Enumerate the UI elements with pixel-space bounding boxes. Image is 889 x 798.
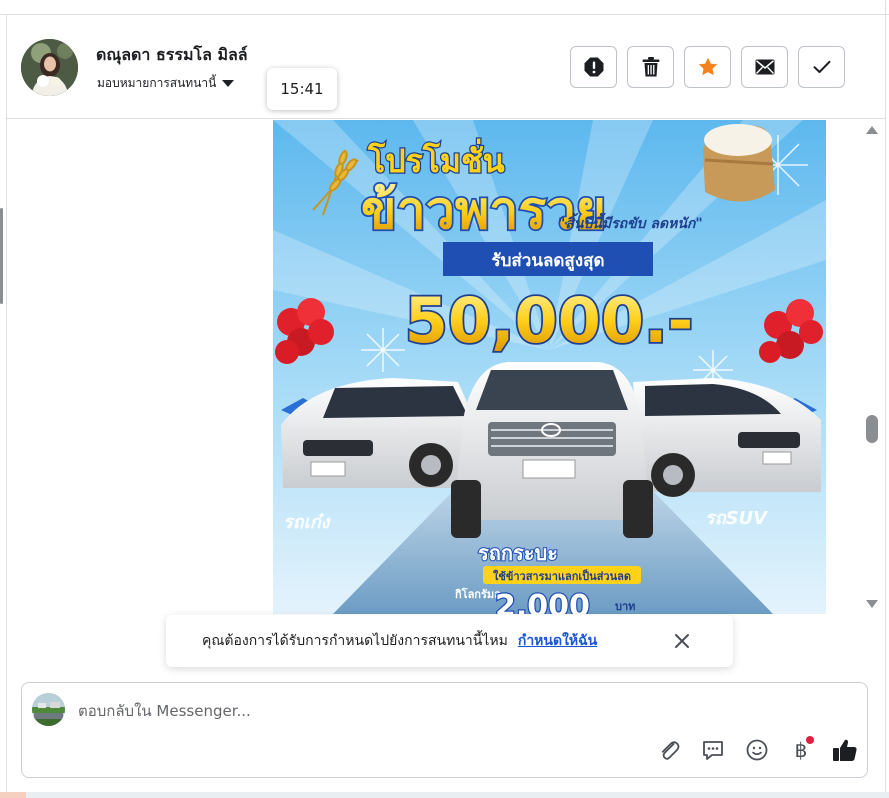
check-icon: [813, 60, 830, 73]
star-icon: [698, 57, 717, 76]
header-actions: [570, 46, 845, 88]
conversation-header: ดณุลดา ธรรมโล มิลล์ มอบหมายการสนทนานี้ 1…: [7, 15, 885, 119]
contact-avatar[interactable]: [21, 39, 78, 96]
emoji-button[interactable]: [744, 737, 770, 763]
promo-image-message[interactable]: โปรโมชั่น ข้าวพารวย "สิ้นปีนี้มีรถขับ ลด…: [273, 120, 826, 614]
left-resize-handle[interactable]: [0, 208, 3, 304]
banner-text: คุณต้องการได้รับการกำหนดไปยังการสนทนานี้…: [202, 633, 508, 649]
page-avatar: [32, 693, 65, 726]
reply-input[interactable]: [78, 699, 838, 723]
discount-label: รับส่วนลดสูงสุด: [491, 251, 604, 272]
chevron-down-icon: [222, 80, 235, 87]
scroll-up-arrow-icon[interactable]: [866, 126, 878, 134]
scroll-down-arrow-icon[interactable]: [866, 600, 878, 608]
saved-replies-button[interactable]: [700, 737, 726, 763]
attach-icon: [661, 741, 680, 760]
delete-button[interactable]: [627, 46, 674, 88]
inbox-frame: ดณุลดา ธรรมโล มิลล์ มอบหมายการสนทนานี้ 1…: [0, 0, 889, 798]
trash-icon: [642, 57, 659, 77]
payment-button[interactable]: ฿: [788, 736, 814, 763]
composer-tools: ฿: [656, 736, 858, 763]
like-icon: [833, 739, 857, 761]
car-label-right: รถSUV: [705, 508, 769, 529]
mail-icon: [755, 59, 774, 75]
thread-scrollbar[interactable]: [862, 120, 882, 610]
assign-conversation-dropdown[interactable]: มอบหมายการสนทนานี้: [97, 74, 235, 93]
discount-value: 50,000.-: [405, 284, 694, 357]
notification-dot: [806, 736, 814, 744]
assign-to-me-link[interactable]: กำหนดให้ฉัน: [518, 630, 597, 652]
mark-unread-button[interactable]: [741, 46, 788, 88]
rice-offer: ใช้ข้าวสารมาแลกเป็นส่วนลด: [493, 569, 631, 583]
per-kg-value: 2,000: [495, 589, 590, 614]
saved-reply-icon: [703, 741, 723, 760]
reply-composer: ฿: [21, 682, 868, 778]
car-label-center: รถกระบะ: [478, 541, 558, 565]
alert-icon: [584, 57, 603, 77]
banner-close-button[interactable]: [672, 631, 692, 651]
message-thread[interactable]: โปรโมชั่น ข้าวพารวย "สิ้นปีนี้มีรถขับ ลด…: [7, 120, 885, 618]
attach-button[interactable]: [656, 737, 682, 763]
car-label-left: รถเก๋ง: [283, 512, 332, 533]
scroll-thumb[interactable]: [866, 415, 878, 443]
time-tooltip: 15:41: [267, 68, 337, 110]
right-border: [885, 0, 886, 798]
like-button[interactable]: [832, 737, 858, 763]
follow-up-button[interactable]: [684, 46, 731, 88]
promo-line1: โปรโมชั่น: [367, 138, 505, 180]
mark-done-button[interactable]: [798, 46, 845, 88]
emoji-icon: [746, 739, 768, 761]
bottom-strip: [0, 792, 889, 798]
mark-spam-button[interactable]: [570, 46, 617, 88]
promo-line2: ข้าวพารวย: [361, 181, 606, 241]
assign-label: มอบหมายการสนทนานี้: [97, 76, 217, 90]
assign-suggestion-banner: คุณต้องการได้รับการกำหนดไปยังการสนทนานี้…: [166, 615, 733, 667]
currency-unit: บาท: [615, 600, 635, 613]
contact-name[interactable]: ดณุลดา ธรรมโล มิลล์: [96, 43, 248, 68]
close-icon: [675, 634, 689, 648]
